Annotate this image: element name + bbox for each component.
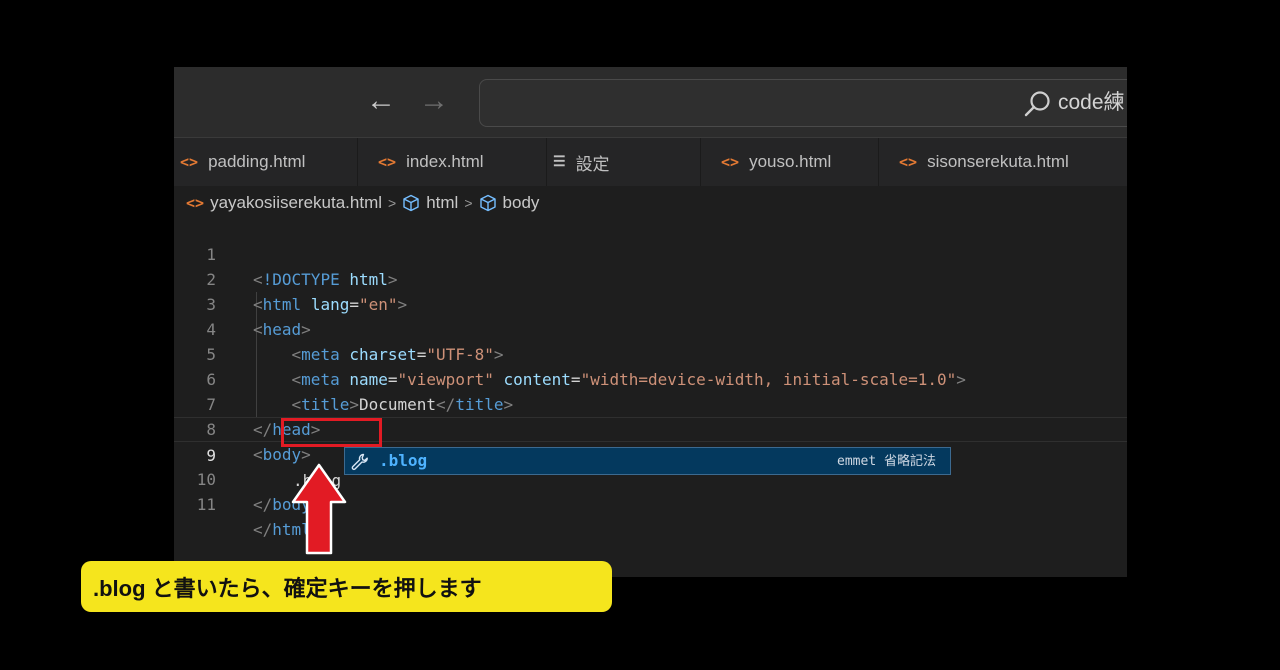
arrow-right-icon[interactable]: →: [419, 83, 449, 119]
tab-label: 設定: [575, 154, 610, 174]
breadcrumb-item-html[interactable]: html: [426, 193, 458, 213]
code-line: 8 <body>: [174, 392, 1127, 464]
code-line: 5 <meta name="viewport" content="width=d…: [174, 317, 1127, 389]
html-file-icon: <>: [899, 153, 918, 171]
tab-bar: <> padding.html <> index.html ☰ 設定 <> yo…: [174, 138, 1127, 186]
red-arrow-icon: [291, 463, 347, 555]
tab-padding-html[interactable]: <> padding.html: [174, 138, 358, 186]
chevron-right-icon: >: [464, 195, 473, 211]
search-icon: [1024, 91, 1050, 117]
tab-label: index.html: [406, 152, 484, 171]
line-number: 11: [196, 495, 216, 514]
html-file-icon: <>: [378, 153, 397, 171]
suggestion-item[interactable]: .blog emmet 省略記法: [344, 447, 951, 475]
search-text: code練: [1058, 91, 1125, 114]
code-line: 1 <!DOCTYPE html>: [174, 217, 1127, 289]
highlight-box: [281, 418, 382, 447]
title-bar: ← → code練: [174, 67, 1127, 138]
tab-label: padding.html: [208, 152, 306, 171]
code-line: 2 <html lang="en">: [174, 242, 1127, 314]
html-file-icon: <>: [180, 153, 199, 171]
html-file-icon: <>: [721, 153, 740, 171]
tab-youso-html[interactable]: <> youso.html: [701, 138, 879, 186]
breadcrumb-item-body[interactable]: body: [503, 193, 540, 213]
code-line: 7 </head>: [174, 367, 1127, 439]
breadcrumb-file[interactable]: yayakosiiserekuta.html: [210, 193, 382, 213]
chevron-right-icon: >: [388, 195, 397, 211]
tab-index-html[interactable]: <> index.html: [358, 138, 547, 186]
cube-icon: [479, 194, 496, 212]
suggestion-label: .blog: [379, 451, 428, 470]
tab-label: sisonserekuta.html: [927, 152, 1069, 171]
code-line: 6 <title>Document</title>: [174, 342, 1127, 414]
command-center-search[interactable]: code練: [479, 79, 1127, 127]
arrow-left-icon[interactable]: ←: [366, 83, 396, 119]
tab-label: youso.html: [749, 152, 832, 171]
tab-sisonserekuta-html[interactable]: <> sisonserekuta.html: [879, 138, 1127, 186]
settings-icon: ☰: [553, 154, 566, 170]
code-line: 3 <head>: [174, 267, 1127, 339]
instruction-callout: .blog と書いたら、確定キーを押します: [81, 561, 612, 612]
html-file-icon: <>: [186, 194, 205, 212]
suggestion-detail: emmet 省略記法: [837, 454, 936, 469]
cube-icon: [403, 194, 419, 212]
breadcrumb: <> yayakosiiserekuta.html > html > body: [186, 190, 539, 216]
wrench-icon: [351, 453, 368, 471]
callout-text: .blog と書いたら、確定キーを押します: [93, 575, 482, 601]
tab-settings[interactable]: ☰ 設定: [547, 138, 701, 186]
code-line: 4 <meta charset="UTF-8">: [174, 292, 1127, 364]
